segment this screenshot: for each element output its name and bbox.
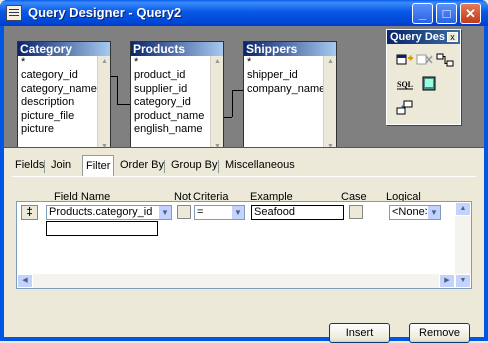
join-line [232,90,233,117]
filter-panel: Field Name Not Criteria Example Case Log… [12,176,476,343]
table-field[interactable]: description [18,96,98,109]
not-checkbox[interactable] [177,205,191,219]
remove-button[interactable]: Remove [409,323,470,343]
table-title[interactable]: Products [131,42,223,56]
grid-vertical-scrollbar[interactable]: ▲ ▼ [455,202,471,288]
table-products[interactable]: Products * product_id supplier_id catego… [130,41,224,147]
table-scrollbar[interactable]: ▲ ▼ [323,56,336,147]
query-designer-window: Query Designer - Query2 _ □ ✕ Category *… [0,0,488,343]
close-button[interactable]: ✕ [460,3,481,24]
scroll-right-icon[interactable]: ▶ [439,274,455,288]
toolbar-close-button[interactable]: x [447,32,458,42]
criteria-dropdown[interactable]: = ▼ [194,205,245,220]
maximize-button[interactable]: □ [436,3,457,24]
svg-text:SQL: SQL [397,80,413,89]
table-diagram-pane[interactable]: Category * category_id category_name des… [4,26,484,148]
tab-fields[interactable]: Fields [12,157,47,175]
table-shippers[interactable]: Shippers * shipper_id company_name ▲ ▼ [243,41,337,147]
table-field[interactable]: shipper_id [244,69,324,82]
client-area: Category * category_id category_name des… [4,26,484,343]
example-input[interactable]: Seafood [251,205,344,220]
tab-separator [164,160,165,173]
join-line [117,76,118,104]
table-field[interactable]: category_id [131,96,211,109]
chevron-down-icon[interactable]: ▼ [158,206,171,219]
join-line [232,90,243,91]
table-title[interactable]: Category [18,42,110,56]
table-field[interactable]: picture_file [18,110,98,123]
minimize-button[interactable]: _ [412,3,433,24]
table-field[interactable]: product_id [131,69,211,82]
grid-horizontal-scrollbar[interactable]: ◀ ▶ [17,274,455,288]
sql-icon[interactable]: SQL [396,76,414,92]
logical-value: <None> [392,206,432,218]
insert-button[interactable]: Insert [329,323,390,343]
tab-filter[interactable]: Filter [82,155,115,176]
title-bar[interactable]: Query Designer - Query2 _ □ ✕ [0,0,488,26]
tab-miscellaneous[interactable]: Miscellaneous [222,157,298,175]
field-name-value: Products.category_id [49,206,153,218]
table-field[interactable]: * [131,56,211,69]
field-expression-box[interactable] [46,221,158,236]
chevron-down-icon[interactable]: ▼ [427,206,440,219]
criteria-value: = [197,206,204,218]
join-line [117,104,130,105]
scroll-left-icon[interactable]: ◀ [17,274,33,288]
scroll-up-icon[interactable]: ▲ [455,202,471,216]
logical-dropdown[interactable]: <None> ▼ [389,205,441,220]
add-table-icon[interactable] [396,52,414,68]
pane-splitter[interactable] [4,148,484,152]
remove-table-icon[interactable] [416,52,434,68]
table-field[interactable]: product_name [131,110,211,123]
tab-order-by[interactable]: Order By [117,157,167,175]
tab-separator [44,160,45,173]
table-field[interactable]: category_id [18,69,98,82]
scroll-down-icon[interactable]: ▼ [455,274,471,288]
row-move-handle[interactable]: ‡ [21,205,38,220]
table-field[interactable]: company_name [244,83,324,96]
table-category[interactable]: Category * category_id category_name des… [17,41,111,147]
tab-group-by[interactable]: Group By [168,157,220,175]
app-icon [6,5,22,21]
table-field[interactable]: picture [18,123,98,136]
table-field[interactable]: supplier_id [131,83,211,96]
table-title[interactable]: Shippers [244,42,336,56]
table-field[interactable]: english_name [131,123,211,136]
field-name-dropdown[interactable]: Products.category_id ▼ [46,205,172,220]
window-title: Query Designer - Query2 [28,5,182,20]
table-field[interactable]: * [18,56,98,69]
table-field[interactable]: category_name [18,83,98,96]
tab-separator [218,160,219,173]
tab-join[interactable]: Join [48,157,74,175]
table-field[interactable]: * [244,56,324,69]
filter-grid[interactable]: ‡ Products.category_id ▼ = ▼ Seafood <No… [16,201,472,289]
query-designer-toolbar[interactable]: Query Des x SQL [386,29,461,125]
join-line [224,117,232,118]
table-scrollbar[interactable]: ▲ ▼ [97,56,110,147]
case-checkbox[interactable] [349,205,363,219]
join-icon[interactable] [436,52,454,68]
run-icon[interactable] [420,76,438,92]
chevron-down-icon[interactable]: ▼ [231,206,244,219]
link-icon[interactable] [396,100,414,116]
table-scrollbar[interactable]: ▲ ▼ [210,56,223,147]
